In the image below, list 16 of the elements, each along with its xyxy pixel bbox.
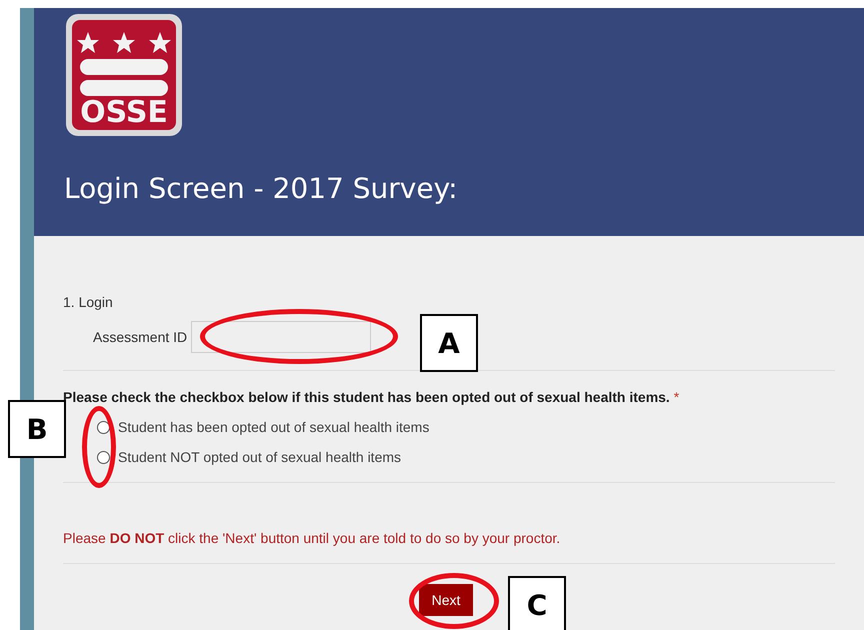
option-label[interactable]: Student has been opted out of sexual health items [118, 419, 430, 435]
callout-label: A [420, 314, 478, 372]
callout-label: C [508, 576, 566, 630]
field-label: Assessment ID [93, 329, 188, 345]
required-mark: * [674, 389, 680, 405]
callout-label: B [8, 400, 66, 458]
option-label[interactable]: Student NOT opted out of sexual health items [118, 449, 402, 465]
notice-text: Please DO NOT click the 'Next' button until you are told to do so by your proctor. [63, 530, 562, 546]
logo: OSSE [64, 12, 184, 138]
page-title: Login Screen - 2017 Survey: [64, 172, 459, 205]
question-text: Please check the checkbox below if this student has been opted out of sexual health items. [63, 389, 670, 405]
input-field[interactable] [191, 321, 372, 353]
radio-button[interactable] [97, 450, 110, 464]
radio-button[interactable] [97, 420, 110, 434]
section-heading: 1. Login [63, 293, 114, 311]
next-button[interactable]: Next [418, 584, 474, 616]
